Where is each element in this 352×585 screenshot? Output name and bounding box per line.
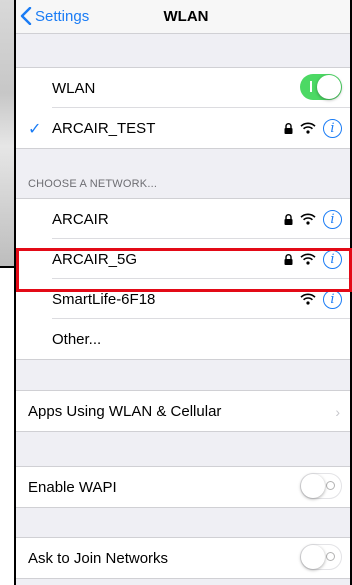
info-icon[interactable]: i [323,118,342,138]
toggle-knob [301,474,325,498]
wlan-row: WLAN [16,68,350,108]
background-photo [0,0,14,266]
network-name: ARCAIR [52,210,109,228]
toggle-off-mark [326,481,335,490]
section-header: CHOOSE A NETWORK... [28,178,158,190]
enable-wapi-row: Enable WAPI [16,467,350,507]
phone-screen: Settings WLAN WLAN ✓ ARCAIR_TEST i CHOOS… [14,0,352,585]
enable-wapi-label: Enable WAPI [28,478,117,496]
checkmark-icon: ✓ [28,121,42,138]
network-row[interactable]: ARCAIR_5G i [16,239,350,279]
wlan-group: WLAN ✓ ARCAIR_TEST i [16,67,350,149]
lock-icon [284,253,293,265]
wapi-group: Enable WAPI [16,466,350,508]
network-name: SmartLife-6F18 [52,290,156,308]
ask-to-join-group: Ask to Join Networks [16,537,350,579]
apps-using-group: Apps Using WLAN & Cellular › [16,390,350,432]
lock-icon [284,213,293,225]
network-icons: i [284,199,342,239]
apps-using-row[interactable]: Apps Using WLAN & Cellular › [16,391,350,431]
wlan-toggle[interactable] [300,74,342,100]
network-name: ARCAIR_5G [52,250,138,268]
wlan-label: WLAN [52,79,96,97]
enable-wapi-toggle[interactable] [300,473,342,499]
toggle-on-mark [310,81,312,92]
info-icon[interactable]: i [323,209,342,229]
ask-to-join-label: Ask to Join Networks [28,549,169,567]
wifi-icon [300,253,316,265]
page-title: WLAN [163,8,209,25]
background-frame [0,266,14,268]
connected-network-name: ARCAIR_TEST [52,119,156,137]
toggle-knob [301,545,325,569]
navigation-bar: Settings WLAN [16,0,350,34]
network-icons: i [284,239,342,279]
info-icon[interactable]: i [323,249,342,269]
networks-group: ARCAIR i ARCAIR_5G i SmartLife-6F18 i Ot… [16,198,350,360]
apps-using-label: Apps Using WLAN & Cellular [28,402,222,420]
toggle-knob [317,75,341,99]
chevron-right-icon: › [335,404,340,420]
ask-to-join-toggle[interactable] [300,544,342,570]
toggle-off-mark [326,552,335,561]
wifi-icon [300,122,316,134]
wifi-icon [300,293,316,305]
lock-icon [284,122,293,134]
other-network-row[interactable]: Other... [16,319,350,359]
other-network-label: Other... [52,330,102,348]
network-row[interactable]: ARCAIR i [16,199,350,239]
wifi-icon [300,213,316,225]
network-icons: i [284,108,342,148]
ask-to-join-row: Ask to Join Networks [16,538,350,578]
network-icons: i [300,279,342,319]
connected-network-row[interactable]: ✓ ARCAIR_TEST i [16,108,350,148]
info-icon[interactable]: i [323,289,342,309]
network-row[interactable]: SmartLife-6F18 i [16,279,350,319]
